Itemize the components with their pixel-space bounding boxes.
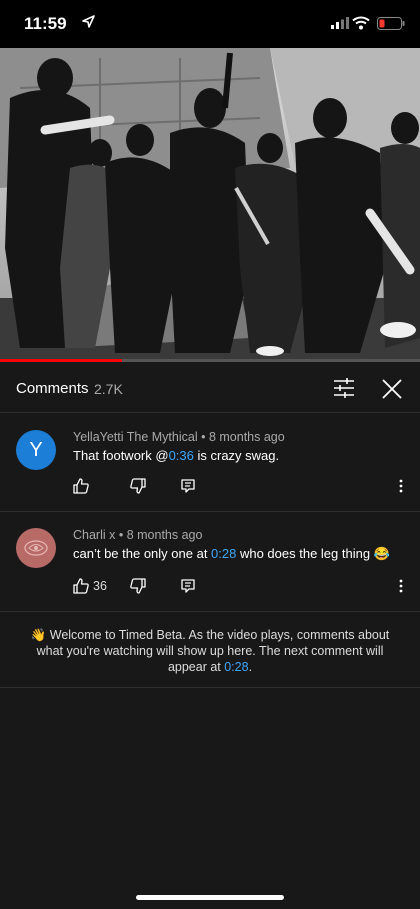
comments-header: Comments 2.7K: [0, 362, 420, 413]
divider: [0, 611, 420, 612]
wave-emoji-icon: 👋: [30, 628, 47, 642]
thumbs-down-icon[interactable]: [130, 578, 146, 594]
comment-item: Y YellaYetti The Mythical • 8 months ago…: [0, 412, 420, 511]
avatar[interactable]: Y: [16, 430, 56, 470]
thumbs-up-icon[interactable]: [73, 478, 89, 494]
comment-timestamp-link[interactable]: 0:36: [169, 448, 194, 463]
video-player[interactable]: [0, 48, 420, 362]
cellular-signal-icon: [331, 17, 349, 29]
status-time: 11:59: [24, 14, 67, 33]
timed-beta-text: Welcome to Timed Beta. As the video play…: [36, 628, 390, 674]
status-bar: 11:59: [0, 0, 420, 48]
wifi-icon: [352, 16, 370, 30]
comment-text-before: can’t be the only one at: [73, 546, 212, 561]
comment-age: 8 months ago: [126, 528, 203, 542]
avatar-emblem-icon: [24, 540, 48, 556]
battery-low-icon: [377, 17, 405, 30]
thumbs-down-icon[interactable]: [130, 478, 146, 494]
home-indicator[interactable]: [136, 895, 284, 900]
timed-beta-timestamp-link[interactable]: 0:28: [224, 660, 248, 674]
meta-separator: •: [115, 528, 127, 542]
comment-item: Charli x • 8 months ago can’t be the onl…: [0, 512, 420, 611]
comment-text: That footwork @0:36 is crazy swag.: [73, 448, 279, 463]
reply-icon[interactable]: [181, 479, 195, 493]
avatar[interactable]: [16, 528, 56, 568]
comment-meta: Charli x • 8 months ago: [73, 528, 202, 542]
timed-beta-notice: 👋 Welcome to Timed Beta. As the video pl…: [16, 627, 404, 675]
more-options-icon[interactable]: [398, 579, 404, 593]
comment-text-before: That footwork @: [73, 448, 169, 463]
thumbs-up-icon[interactable]: [73, 578, 89, 594]
reply-icon[interactable]: [181, 579, 195, 593]
timed-beta-end: .: [248, 660, 253, 674]
comment-meta: YellaYetti The Mythical • 8 months ago: [73, 430, 285, 444]
avatar-letter: Y: [29, 438, 43, 461]
comment-author[interactable]: Charli x: [73, 528, 115, 542]
comment-text-after: who does the leg thing 😂: [236, 546, 390, 561]
more-options-icon[interactable]: [398, 479, 404, 493]
comments-count: 2.7K: [94, 381, 123, 397]
video-frame-image: [0, 48, 420, 362]
meta-separator: •: [197, 430, 209, 444]
close-icon[interactable]: [381, 378, 403, 400]
comment-age: 8 months ago: [208, 430, 285, 444]
filter-sliders-icon[interactable]: [333, 378, 355, 398]
comment-timestamp-link[interactable]: 0:28: [211, 546, 236, 561]
like-count: 36: [93, 579, 107, 593]
divider: [0, 687, 420, 688]
comment-author[interactable]: YellaYetti The Mythical: [73, 430, 198, 444]
location-arrow-icon: [82, 15, 95, 28]
comments-title: Comments: [16, 380, 89, 397]
comment-text-after: is crazy swag.: [193, 448, 280, 463]
comment-text: can’t be the only one at 0:28 who does t…: [73, 546, 390, 562]
